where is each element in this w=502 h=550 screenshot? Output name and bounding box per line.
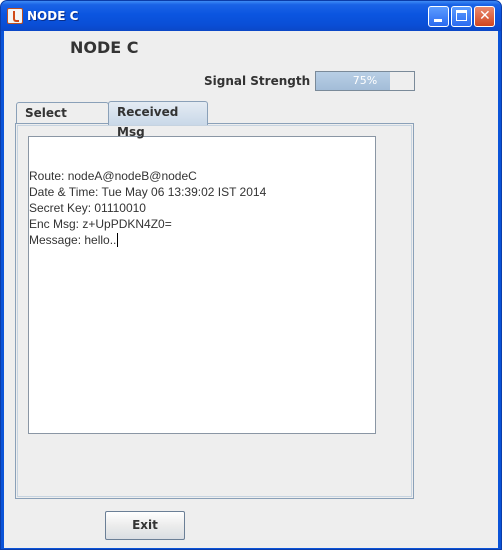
close-button[interactable]: ✕ <box>474 6 495 27</box>
window-title: NODE C <box>27 9 79 23</box>
maximize-icon <box>456 10 467 21</box>
tab-select-mode[interactable]: Select Mode <box>16 102 109 140</box>
minimize-icon <box>434 19 442 22</box>
enc-msg-line: Enc Msg: z+UpPDKN4Z0= <box>29 217 172 231</box>
signal-strength-progress: 75% <box>315 71 415 91</box>
received-message-textarea[interactable]: Route: nodeA@nodeB@nodeC Date & Time: Tu… <box>28 136 376 434</box>
maximize-button[interactable] <box>451 6 472 27</box>
app-window: NODE C ✕ NODE C Signal Strength 75% Sele… <box>0 0 502 550</box>
route-line: Route: nodeA@nodeB@nodeC <box>29 169 197 183</box>
title-bar[interactable]: NODE C ✕ <box>1 1 501 31</box>
secret-key-line: Secret Key: 01110010 <box>29 201 146 215</box>
text-caret <box>117 233 119 247</box>
date-time-line: Date & Time: Tue May 06 13:39:02 IST 201… <box>29 185 267 199</box>
message-text: Message: hello.. <box>29 233 117 247</box>
tab-received-msg[interactable]: Received Msg <box>108 101 208 139</box>
content-pane: NODE C Signal Strength 75% Select Mode R… <box>4 31 498 548</box>
minimize-button[interactable] <box>428 6 449 27</box>
signal-strength-label: Signal Strength <box>204 74 311 88</box>
close-icon: ✕ <box>479 8 491 24</box>
page-title: NODE C <box>70 38 139 57</box>
java-cup-icon[interactable] <box>7 8 23 24</box>
tab-panel-received-msg: Route: nodeA@nodeB@nodeC Date & Time: Tu… <box>15 123 414 499</box>
signal-strength-value: 75% <box>352 74 378 87</box>
message-line: Message: hello.. <box>29 232 375 248</box>
exit-button[interactable]: Exit <box>105 511 185 540</box>
